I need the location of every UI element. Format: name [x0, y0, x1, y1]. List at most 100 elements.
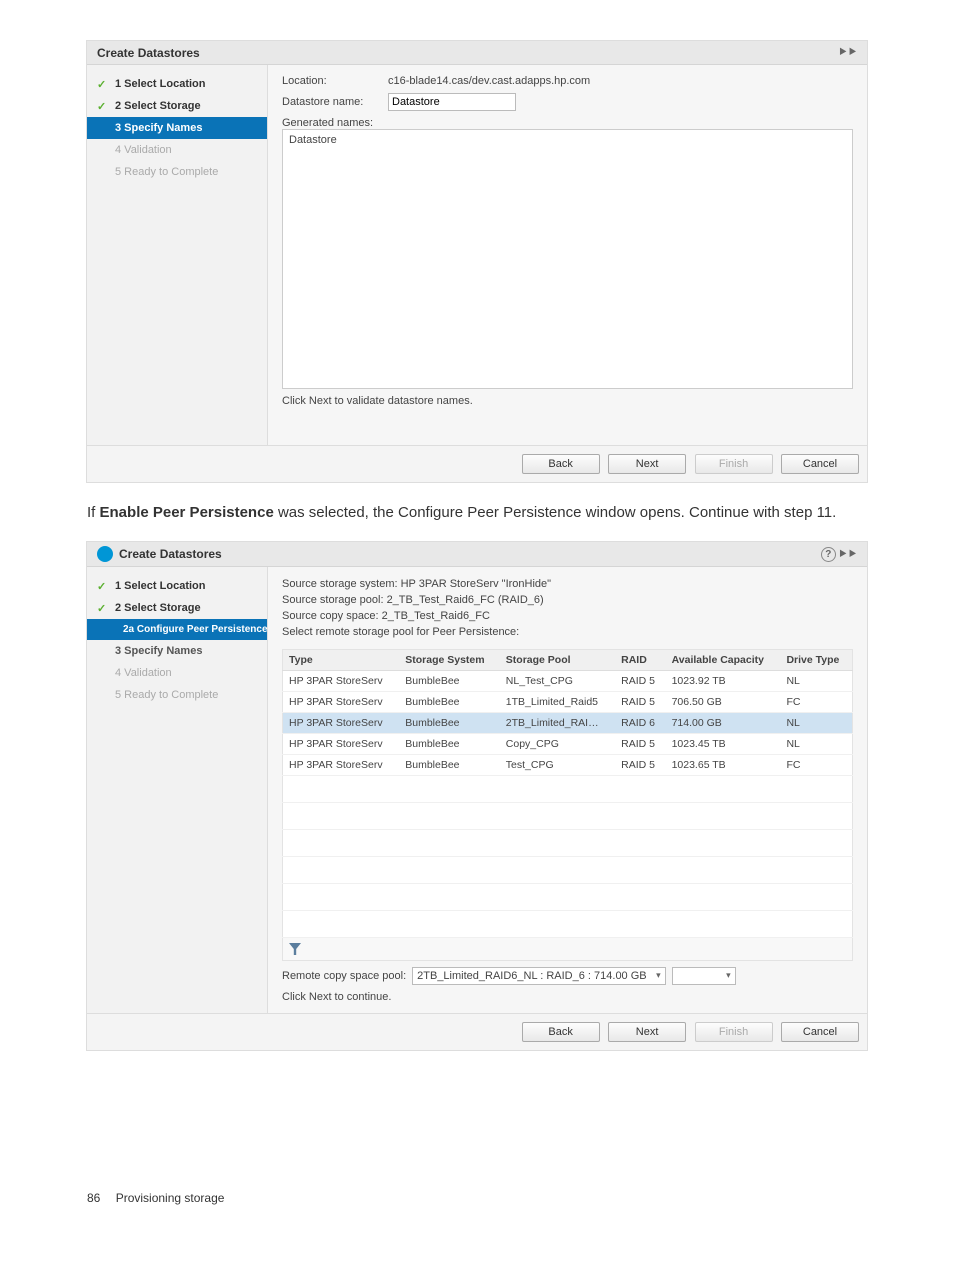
finish-button: Finish [695, 1022, 773, 1042]
source-pool-line: Source storage pool: 2_TB_Test_Raid6_FC … [282, 593, 853, 609]
next-button[interactable]: Next [608, 454, 686, 474]
col-system[interactable]: Storage System [399, 650, 500, 671]
header-icons: ⯈⯈ [838, 45, 857, 60]
step-ready: 5 Ready to Complete [87, 161, 267, 183]
dialog-footer: Back Next Finish Cancel [87, 1013, 867, 1050]
back-button[interactable]: Back [522, 1022, 600, 1042]
validation-hint: Click Next to validate datastore names. [282, 395, 853, 407]
location-label: Location: [282, 75, 382, 87]
section-title: Provisioning storage [116, 1191, 225, 1205]
dialog-footer: Back Next Finish Cancel [87, 445, 867, 482]
cell-system: BumbleBee [399, 692, 500, 713]
cell-drive: FC [780, 755, 852, 776]
paragraph-bold: Enable Peer Persistence [100, 504, 274, 521]
step-select-storage[interactable]: 2 Select Storage [87, 597, 267, 619]
storage-pool-table[interactable]: Type Storage System Storage Pool RAID Av… [282, 649, 853, 938]
cell-system: BumbleBee [399, 671, 500, 692]
remote-copy-label: Remote copy space pool: [282, 970, 406, 982]
remote-copy-secondary-select[interactable] [672, 967, 736, 985]
table-row[interactable]: HP 3PAR StoreServBumbleBeeTest_CPGRAID 5… [283, 755, 853, 776]
page-footer: 86 Provisioning storage [87, 1191, 867, 1205]
generated-names-label: Generated names: [282, 117, 853, 129]
cell-cap: 1023.65 TB [666, 755, 781, 776]
cell-type: HP 3PAR StoreServ [283, 734, 400, 755]
cell-type: HP 3PAR StoreServ [283, 755, 400, 776]
cell-system: BumbleBee [399, 734, 500, 755]
header-icons: ? ⯈⯈ [821, 547, 857, 562]
datastore-name-label: Datastore name: [282, 96, 382, 108]
expand-icon[interactable]: ⯈⯈ [838, 45, 857, 60]
step-select-location[interactable]: 1 Select Location [87, 73, 267, 95]
dialog-header: Create Datastores ⯈⯈ [87, 41, 867, 65]
wizard-steps: 1 Select Location 2 Select Storage 3 Spe… [87, 65, 268, 445]
filter-bar [282, 938, 853, 961]
cell-cap: 706.50 GB [666, 692, 781, 713]
source-system-line: Source storage system: HP 3PAR StoreServ… [282, 577, 853, 593]
wizard-steps: 1 Select Location 2 Select Storage 2a Co… [87, 567, 268, 1013]
cancel-button[interactable]: Cancel [781, 1022, 859, 1042]
generated-name-item: Datastore [289, 134, 846, 146]
col-drive[interactable]: Drive Type [780, 650, 852, 671]
cell-pool: 2TB_Limited_RAI… [500, 713, 615, 734]
cell-system: BumbleBee [399, 713, 500, 734]
peer-persistence-pane: Source storage system: HP 3PAR StoreServ… [268, 567, 867, 1013]
cell-drive: FC [780, 692, 852, 713]
expand-icon[interactable]: ⯈⯈ [838, 547, 857, 562]
cell-drive: NL [780, 671, 852, 692]
hp-icon [97, 546, 113, 562]
dialog-title: Create Datastores [97, 46, 200, 60]
cell-type: HP 3PAR StoreServ [283, 671, 400, 692]
create-datastores-dialog-2: Create Datastores ? ⯈⯈ 1 Select Location… [86, 541, 868, 1051]
step-select-storage[interactable]: 2 Select Storage [87, 95, 267, 117]
cell-drive: NL [780, 734, 852, 755]
cell-type: HP 3PAR StoreServ [283, 713, 400, 734]
dialog-title: Create Datastores [119, 547, 222, 561]
table-row[interactable]: HP 3PAR StoreServBumbleBee2TB_Limited_RA… [283, 713, 853, 734]
cell-raid: RAID 5 [615, 671, 665, 692]
table-row-blank [283, 857, 853, 884]
source-copy-line: Source copy space: 2_TB_Test_Raid6_FC [282, 609, 853, 625]
table-row-blank [283, 911, 853, 938]
cell-pool: Test_CPG [500, 755, 615, 776]
dialog-header: Create Datastores ? ⯈⯈ [87, 542, 867, 567]
cancel-button[interactable]: Cancel [781, 454, 859, 474]
paragraph-rest: was selected, the Configure Peer Persist… [274, 504, 837, 521]
datastore-name-input[interactable] [388, 93, 516, 111]
step-validation: 4 Validation [87, 662, 267, 684]
step-specify-names: 3 Specify Names [87, 640, 267, 662]
select-remote-line: Select remote storage pool for Peer Pers… [282, 625, 853, 641]
table-row-blank [283, 776, 853, 803]
specify-names-pane: Location: c16-blade14.cas/dev.cast.adapp… [268, 65, 867, 445]
table-row[interactable]: HP 3PAR StoreServBumbleBee1TB_Limited_Ra… [283, 692, 853, 713]
step-ready: 5 Ready to Complete [87, 684, 267, 706]
filter-icon[interactable] [289, 943, 301, 955]
step-specify-names[interactable]: 3 Specify Names [87, 117, 267, 139]
col-raid[interactable]: RAID [615, 650, 665, 671]
table-row-blank [283, 830, 853, 857]
cell-raid: RAID 5 [615, 734, 665, 755]
back-button[interactable]: Back [522, 454, 600, 474]
table-row[interactable]: HP 3PAR StoreServBumbleBeeNL_Test_CPGRAI… [283, 671, 853, 692]
continue-hint: Click Next to continue. [282, 991, 853, 1003]
table-row-blank [283, 884, 853, 911]
col-pool[interactable]: Storage Pool [500, 650, 615, 671]
cell-system: BumbleBee [399, 755, 500, 776]
table-header-row: Type Storage System Storage Pool RAID Av… [283, 650, 853, 671]
remote-copy-select[interactable]: 2TB_Limited_RAID6_NL : RAID_6 : 714.00 G… [412, 967, 666, 985]
page-number: 86 [87, 1191, 100, 1205]
cell-pool: 1TB_Limited_Raid5 [500, 692, 615, 713]
finish-button: Finish [695, 454, 773, 474]
col-capacity[interactable]: Available Capacity [666, 650, 781, 671]
cell-cap: 714.00 GB [666, 713, 781, 734]
cell-type: HP 3PAR StoreServ [283, 692, 400, 713]
step-select-location[interactable]: 1 Select Location [87, 575, 267, 597]
location-value: c16-blade14.cas/dev.cast.adapps.hp.com [388, 75, 590, 87]
cell-pool: NL_Test_CPG [500, 671, 615, 692]
next-button[interactable]: Next [608, 1022, 686, 1042]
step-configure-peer-persistence[interactable]: 2a Configure Peer Persistence [87, 619, 267, 640]
cell-pool: Copy_CPG [500, 734, 615, 755]
col-type[interactable]: Type [283, 650, 400, 671]
help-icon[interactable]: ? [821, 547, 836, 562]
cell-cap: 1023.92 TB [666, 671, 781, 692]
table-row[interactable]: HP 3PAR StoreServBumbleBeeCopy_CPGRAID 5… [283, 734, 853, 755]
